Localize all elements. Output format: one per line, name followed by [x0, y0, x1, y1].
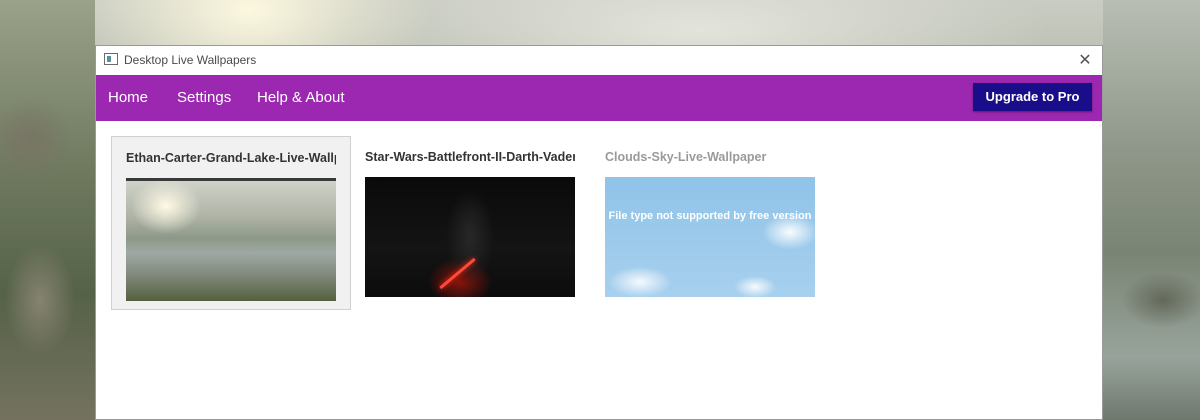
nav-item-help-about[interactable]: Help & About [257, 75, 345, 121]
upgrade-to-pro-button[interactable]: Upgrade to Pro [973, 83, 1092, 111]
wallpaper-title: Ethan-Carter-Grand-Lake-Live-Wallpaper [126, 151, 336, 165]
wallpaper-title: Star-Wars-Battlefront-II-Darth-Vader-Liv… [365, 150, 575, 164]
wallpaper-title: Clouds-Sky-Live-Wallpaper [605, 150, 767, 164]
app-window-icon [104, 53, 118, 65]
nav-item-home[interactable]: Home [108, 75, 148, 121]
wallpaper-thumbnail[interactable] [365, 177, 575, 297]
lightsaber-graphic [439, 257, 476, 290]
wallpaper-thumbnail[interactable] [126, 178, 336, 301]
desktop-background-left [0, 0, 95, 420]
wallpaper-card[interactable]: Clouds-Sky-Live-Wallpaper File type not … [591, 136, 831, 310]
desktop-background-right [1103, 0, 1200, 420]
unsupported-notice: File type not supported by free version [608, 210, 812, 222]
wallpaper-thumbnail[interactable]: File type not supported by free version [605, 177, 815, 297]
app-window: Desktop Live Wallpapers ✕ Home Settings … [95, 45, 1103, 420]
nav-item-settings[interactable]: Settings [177, 75, 231, 121]
nav-bar: Home Settings Help & About Upgrade to Pr… [96, 75, 1102, 121]
window-title: Desktop Live Wallpapers [124, 53, 257, 67]
title-bar[interactable]: Desktop Live Wallpapers ✕ [96, 46, 1102, 75]
close-icon[interactable]: ✕ [1068, 46, 1102, 75]
wallpaper-grid: Ethan-Carter-Grand-Lake-Live-Wallpaper S… [96, 121, 1102, 419]
wallpaper-card[interactable]: Star-Wars-Battlefront-II-Darth-Vader-Liv… [351, 136, 591, 310]
wallpaper-card[interactable]: Ethan-Carter-Grand-Lake-Live-Wallpaper [111, 136, 351, 310]
